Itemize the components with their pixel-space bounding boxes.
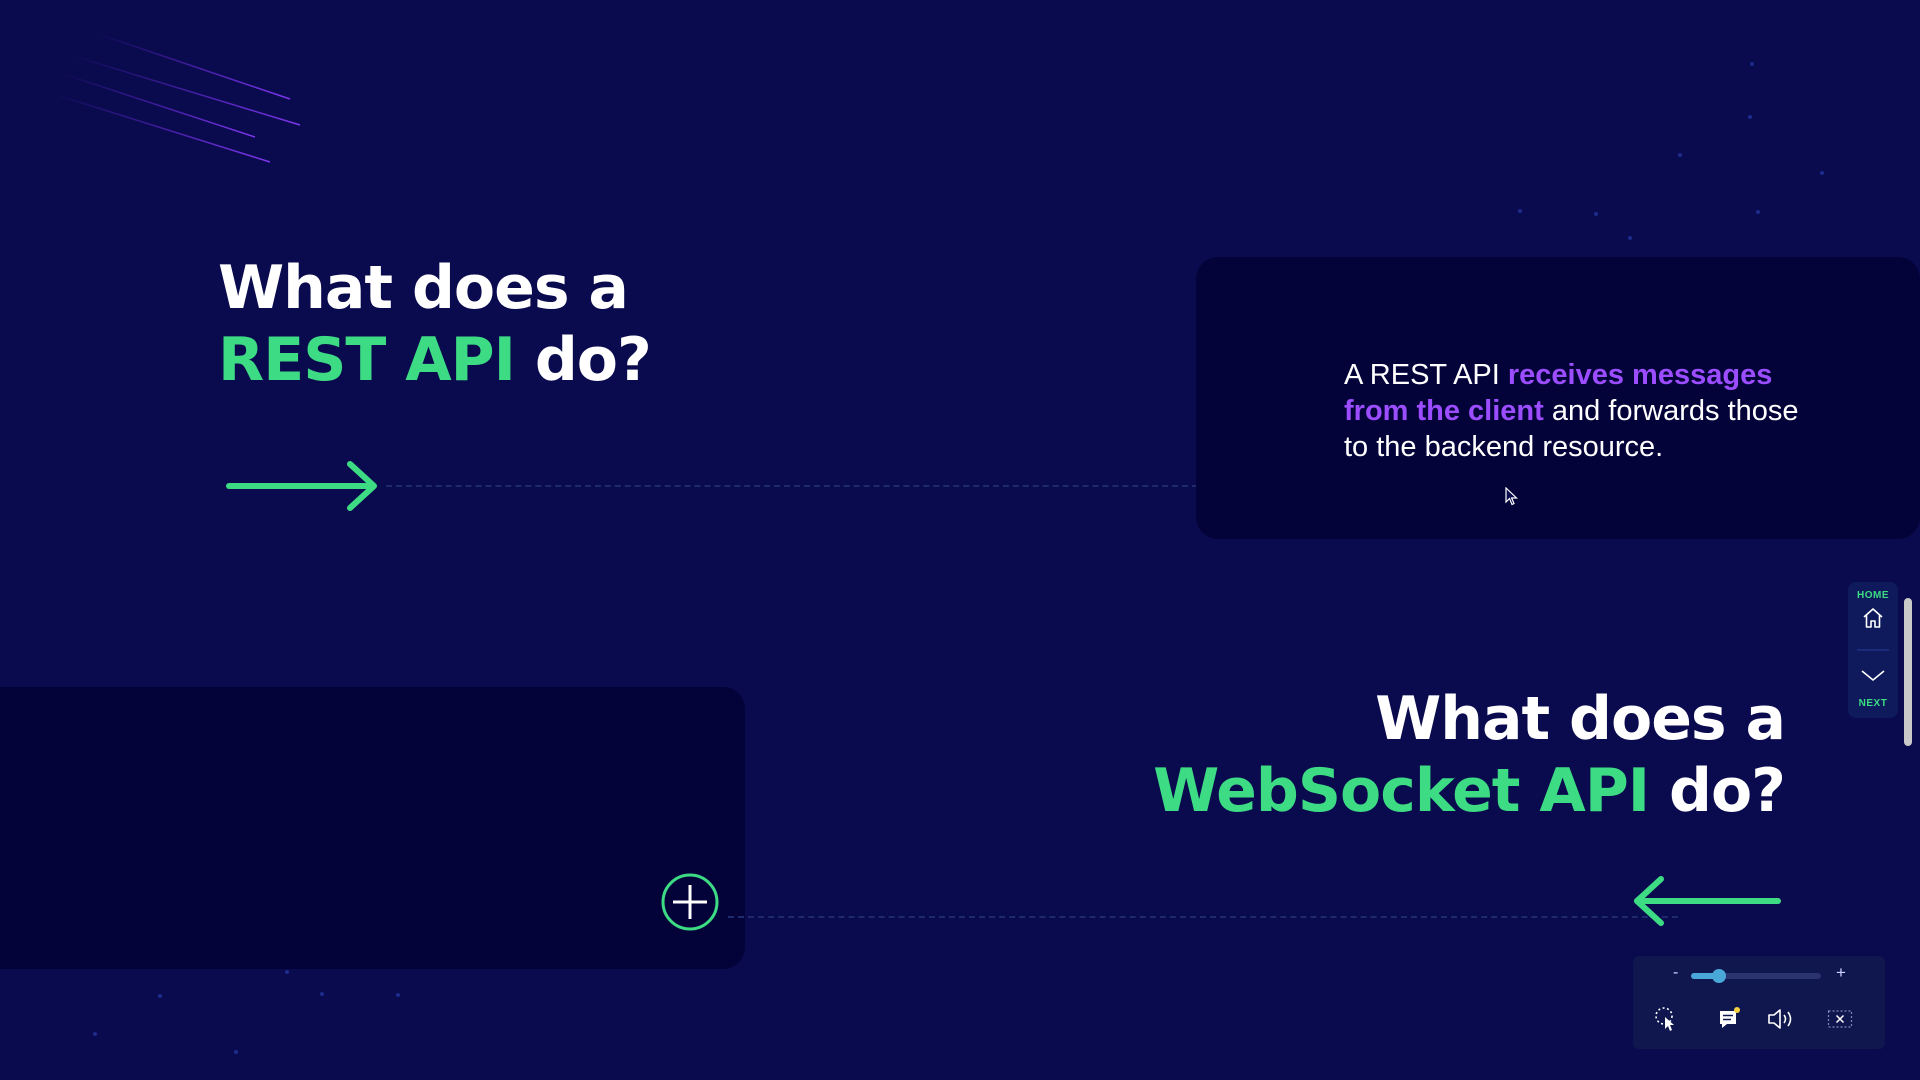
background-dot (396, 993, 400, 997)
answer-text: A REST API receives messages from the cl… (1344, 357, 1804, 465)
background-dot (320, 992, 324, 996)
background-dot (1750, 62, 1754, 66)
heading-highlight: REST API (218, 325, 516, 395)
heading-end: do? (1649, 756, 1786, 826)
background-dot (285, 970, 289, 974)
cursor-icon (1655, 1007, 1674, 1031)
comment-tool-button[interactable] (1712, 1002, 1746, 1036)
heading-end: do? (514, 325, 652, 395)
background-dot (1756, 210, 1760, 214)
next-label[interactable]: NEXT (1848, 698, 1898, 709)
close-icon (1827, 1010, 1853, 1028)
background-dot (1748, 115, 1752, 119)
mouse-cursor-icon (1505, 487, 1518, 506)
side-navigation: HOME NEXT (1848, 582, 1898, 718)
expand-plus-button[interactable] (660, 872, 720, 932)
home-label[interactable]: HOME (1848, 590, 1898, 601)
chevron-down-icon[interactable] (1860, 668, 1886, 684)
nav-divider (1857, 649, 1889, 651)
volume-tool-button[interactable] (1764, 1002, 1798, 1036)
arrow-right-icon (226, 461, 377, 511)
comment-icon (1720, 1007, 1740, 1028)
home-icon[interactable] (1861, 606, 1885, 630)
heading-line1: What does a (1375, 684, 1786, 754)
zoom-slider-handle[interactable] (1712, 969, 1726, 983)
rest-api-heading: What does a REST API do? (218, 252, 652, 396)
websocket-api-heading: What does a WebSocket API do? (1153, 683, 1786, 827)
background-dot (1594, 212, 1598, 216)
background-dot (234, 1050, 238, 1054)
background-dot (1820, 171, 1824, 175)
decorative-streaks (50, 32, 301, 163)
background-dot (1518, 209, 1522, 213)
websocket-answer-card (0, 687, 745, 969)
background-dot (93, 1032, 97, 1036)
cursor-tool-button[interactable] (1650, 1002, 1684, 1036)
scrollbar-thumb[interactable] (1904, 598, 1912, 746)
zoom-in-button[interactable]: + (1836, 963, 1846, 983)
background-dot (1628, 236, 1632, 240)
accessibility-toolbar: - + (1633, 956, 1885, 1049)
background-dot (1678, 153, 1682, 157)
heading-highlight: WebSocket API (1153, 756, 1650, 826)
connector-line (386, 485, 1198, 487)
zoom-slider[interactable] (1691, 969, 1821, 983)
answer-pre: A REST API (1344, 359, 1508, 391)
volume-icon (1768, 1009, 1792, 1029)
heading-line1: What does a (218, 253, 629, 323)
close-tool-button[interactable] (1823, 1002, 1857, 1036)
answer-card: A REST API receives messages from the cl… (1196, 257, 1920, 539)
background-dot (158, 994, 162, 998)
zoom-out-button[interactable]: - (1673, 964, 1678, 982)
arrow-left-icon (1634, 876, 1781, 926)
connector-line (728, 916, 1678, 918)
